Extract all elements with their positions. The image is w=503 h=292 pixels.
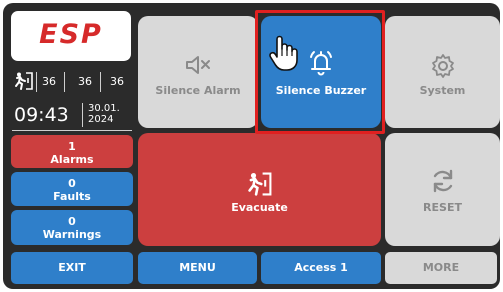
divider — [12, 130, 132, 131]
evacuate-label: Evacuate — [231, 201, 288, 214]
exit-button[interactable]: EXIT — [11, 252, 133, 284]
more-button[interactable]: MORE — [385, 252, 497, 284]
zone-count-3: 36 — [110, 75, 124, 88]
system-button[interactable]: System — [385, 16, 500, 128]
clock-row: 09:43 30.01. 2024 — [12, 101, 136, 129]
reset-button[interactable]: RESET — [385, 133, 500, 246]
faults-label: Faults — [53, 190, 91, 203]
warnings-count: 0 — [68, 215, 76, 228]
clock-time: 09:43 — [14, 104, 69, 126]
warnings-label: Warnings — [42, 228, 102, 241]
hand-cursor-icon — [269, 35, 298, 71]
system-label: System — [419, 84, 466, 97]
alarms-button[interactable]: 1 Alarms — [11, 135, 133, 168]
faults-count: 0 — [68, 177, 76, 190]
selection-highlight — [255, 10, 385, 134]
warnings-button[interactable]: 0 Warnings — [11, 210, 133, 245]
silence-alarm-button[interactable]: Silence Alarm — [138, 16, 258, 128]
gear-icon — [431, 54, 454, 78]
evacuate-button[interactable]: Evacuate — [138, 133, 381, 246]
menu-button[interactable]: MENU — [138, 252, 257, 284]
access-level-button[interactable]: Access 1 — [261, 252, 381, 284]
refresh-icon — [433, 169, 452, 193]
divider — [100, 72, 101, 92]
logo-text: ESP — [39, 19, 103, 50]
divider — [36, 72, 37, 92]
zone-count-2: 36 — [78, 75, 92, 88]
status-counts: 36 36 36 — [12, 71, 132, 95]
clock-date: 30.01. 2024 — [88, 103, 120, 125]
zone-count-1: 36 — [42, 75, 56, 88]
speaker-mute-icon — [186, 56, 210, 74]
divider — [82, 103, 83, 127]
date-year: 2024 — [88, 114, 114, 125]
date-day-month: 30.01. — [88, 103, 120, 114]
alarms-label: Alarms — [50, 153, 94, 166]
faults-button[interactable]: 0 Faults — [11, 172, 133, 206]
running-exit-icon — [14, 71, 34, 94]
divider — [64, 72, 65, 92]
reset-label: RESET — [423, 201, 462, 214]
silence-alarm-label: Silence Alarm — [155, 84, 241, 97]
running-exit-icon — [247, 172, 271, 196]
esp-logo: ESP — [11, 11, 131, 61]
alarms-count: 1 — [68, 140, 76, 153]
